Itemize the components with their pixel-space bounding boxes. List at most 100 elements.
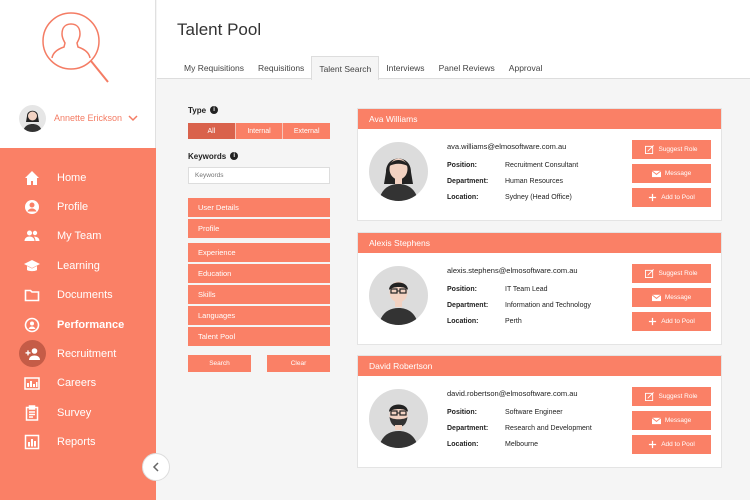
nav-label: My Team [57, 229, 102, 242]
envelope-icon [651, 417, 661, 425]
filter-actions: Search Clear [188, 355, 330, 372]
keywords-input[interactable] [188, 167, 330, 184]
graduation-cap-icon [23, 257, 41, 275]
keywords-label: Keywords i [188, 150, 330, 162]
add-to-pool-label: Add to Pool [661, 194, 695, 201]
filter-user-details[interactable]: User Details [188, 198, 330, 217]
suggest-role-label: Suggest Role [658, 270, 698, 277]
nav-item-home[interactable]: Home [0, 163, 156, 192]
collapse-sidebar-button[interactable] [142, 453, 170, 481]
page-title: Talent Pool [177, 20, 262, 39]
talent-search-logo-icon [40, 10, 112, 86]
user-name: Annette Erickson [54, 113, 123, 123]
nav-item-recruitment[interactable]: Recruitment [0, 339, 156, 368]
info-icon[interactable]: i [210, 106, 219, 114]
candidate-position-row: Position: Software Engineer [447, 409, 563, 416]
team-icon [23, 227, 41, 245]
tab-interviews[interactable]: Interviews [379, 56, 431, 79]
department-value: Information and Technology [505, 302, 591, 309]
candidate-photo [369, 266, 428, 325]
department-label: Department: [447, 302, 489, 309]
avatar [19, 104, 46, 132]
type-internal-button[interactable]: Internal [235, 123, 284, 139]
plus-icon [649, 440, 657, 449]
nav-item-reports[interactable]: Reports [0, 427, 156, 456]
filter-experience[interactable]: Experience [188, 243, 330, 262]
type-all-button[interactable]: All [188, 123, 236, 139]
nav-item-learning[interactable]: Learning [0, 251, 156, 280]
location-label: Location: [447, 194, 479, 201]
tab-talent-search[interactable]: Talent Search [311, 56, 380, 80]
message-label: Message [664, 170, 692, 177]
position-label: Position: [447, 162, 477, 169]
add-to-pool-button[interactable]: Add to Pool [632, 312, 711, 331]
message-label: Message [664, 294, 692, 301]
nav-item-careers[interactable]: Careers [0, 368, 156, 397]
filter-languages[interactable]: Languages [188, 306, 330, 325]
candidate-department-row: Department: Information and Technology [447, 302, 591, 309]
location-value: Perth [505, 318, 522, 325]
edit-icon [645, 145, 655, 154]
edit-icon [645, 392, 655, 401]
nav-item-survey[interactable]: Survey [0, 398, 156, 427]
plus-icon [649, 193, 657, 202]
location-label: Location: [447, 318, 479, 325]
candidate-department-row: Department: Human Resources [447, 178, 563, 185]
suggest-role-button[interactable]: Suggest Role [632, 264, 711, 283]
tab-approval[interactable]: Approval [502, 56, 550, 79]
nav-item-performance[interactable]: Performance [0, 310, 156, 339]
tab-requisitions[interactable]: Requisitions [251, 56, 311, 79]
nav-item-profile[interactable]: Profile [0, 192, 156, 221]
app: Annette Erickson Home Profile My Team Le… [0, 0, 750, 500]
department-value: Research and Development [505, 425, 592, 432]
filter-group-criteria: Experience Education Skills Languages Ta… [188, 243, 330, 346]
filter-education[interactable]: Education [188, 264, 330, 283]
position-label: Position: [447, 286, 477, 293]
candidate-email: david.robertson@elmosoftware.com.au [447, 389, 578, 398]
filter-talent-pool[interactable]: Talent Pool [188, 327, 330, 346]
type-segmented-control: All Internal External [188, 123, 331, 139]
user-menu[interactable]: Annette Erickson [0, 98, 156, 138]
suggest-role-label: Suggest Role [658, 146, 698, 153]
envelope-icon [651, 170, 661, 178]
candidate-location-row: Location: Melbourne [447, 441, 538, 448]
add-to-pool-button[interactable]: Add to Pool [632, 188, 711, 207]
tab-panel-reviews[interactable]: Panel Reviews [432, 56, 502, 79]
info-icon[interactable]: i [230, 152, 239, 160]
suggest-role-button[interactable]: Suggest Role [632, 140, 711, 159]
position-label: Position: [447, 409, 477, 416]
department-label: Department: [447, 425, 489, 432]
candidate-department-row: Department: Research and Development [447, 425, 592, 432]
filter-profile[interactable]: Profile [188, 219, 330, 238]
candidate-location-row: Location: Perth [447, 318, 522, 325]
message-button[interactable]: Message [632, 164, 711, 183]
careers-icon [23, 374, 41, 392]
filter-skills[interactable]: Skills [188, 285, 330, 304]
envelope-icon [651, 294, 661, 302]
message-label: Message [664, 417, 692, 424]
nav-label: Home [57, 171, 87, 184]
nav-label: Survey [57, 406, 92, 419]
nav-label: Learning [57, 259, 100, 272]
message-button[interactable]: Message [632, 288, 711, 307]
message-button[interactable]: Message [632, 411, 711, 430]
location-value: Melbourne [505, 441, 539, 448]
position-value: IT Team Lead [505, 286, 548, 293]
filter-panel: Type i All Internal External Keywords i … [188, 104, 331, 372]
bar-chart-icon [23, 433, 41, 451]
tab-my-requisitions[interactable]: My Requisitions [177, 56, 251, 79]
type-external-button[interactable]: External [283, 123, 331, 139]
nav-item-documents[interactable]: Documents [0, 280, 156, 309]
keywords-label-text: Keywords [188, 151, 227, 161]
candidate-photo [369, 389, 428, 448]
sidebar: Annette Erickson Home Profile My Team Le… [0, 0, 156, 500]
add-to-pool-button[interactable]: Add to Pool [632, 435, 711, 454]
nav-label: Reports [57, 435, 96, 448]
suggest-role-button[interactable]: Suggest Role [632, 387, 711, 406]
clear-button[interactable]: Clear [267, 355, 330, 372]
candidate-email: ava.williams@elmosoftware.com.au [447, 142, 567, 151]
search-button[interactable]: Search [188, 355, 251, 372]
nav-item-my-team[interactable]: My Team [0, 221, 156, 250]
position-value: Recruitment Consultant [505, 162, 579, 169]
candidate-card: Ava Williams ava.williams@elmosoftware.c… [357, 108, 722, 221]
